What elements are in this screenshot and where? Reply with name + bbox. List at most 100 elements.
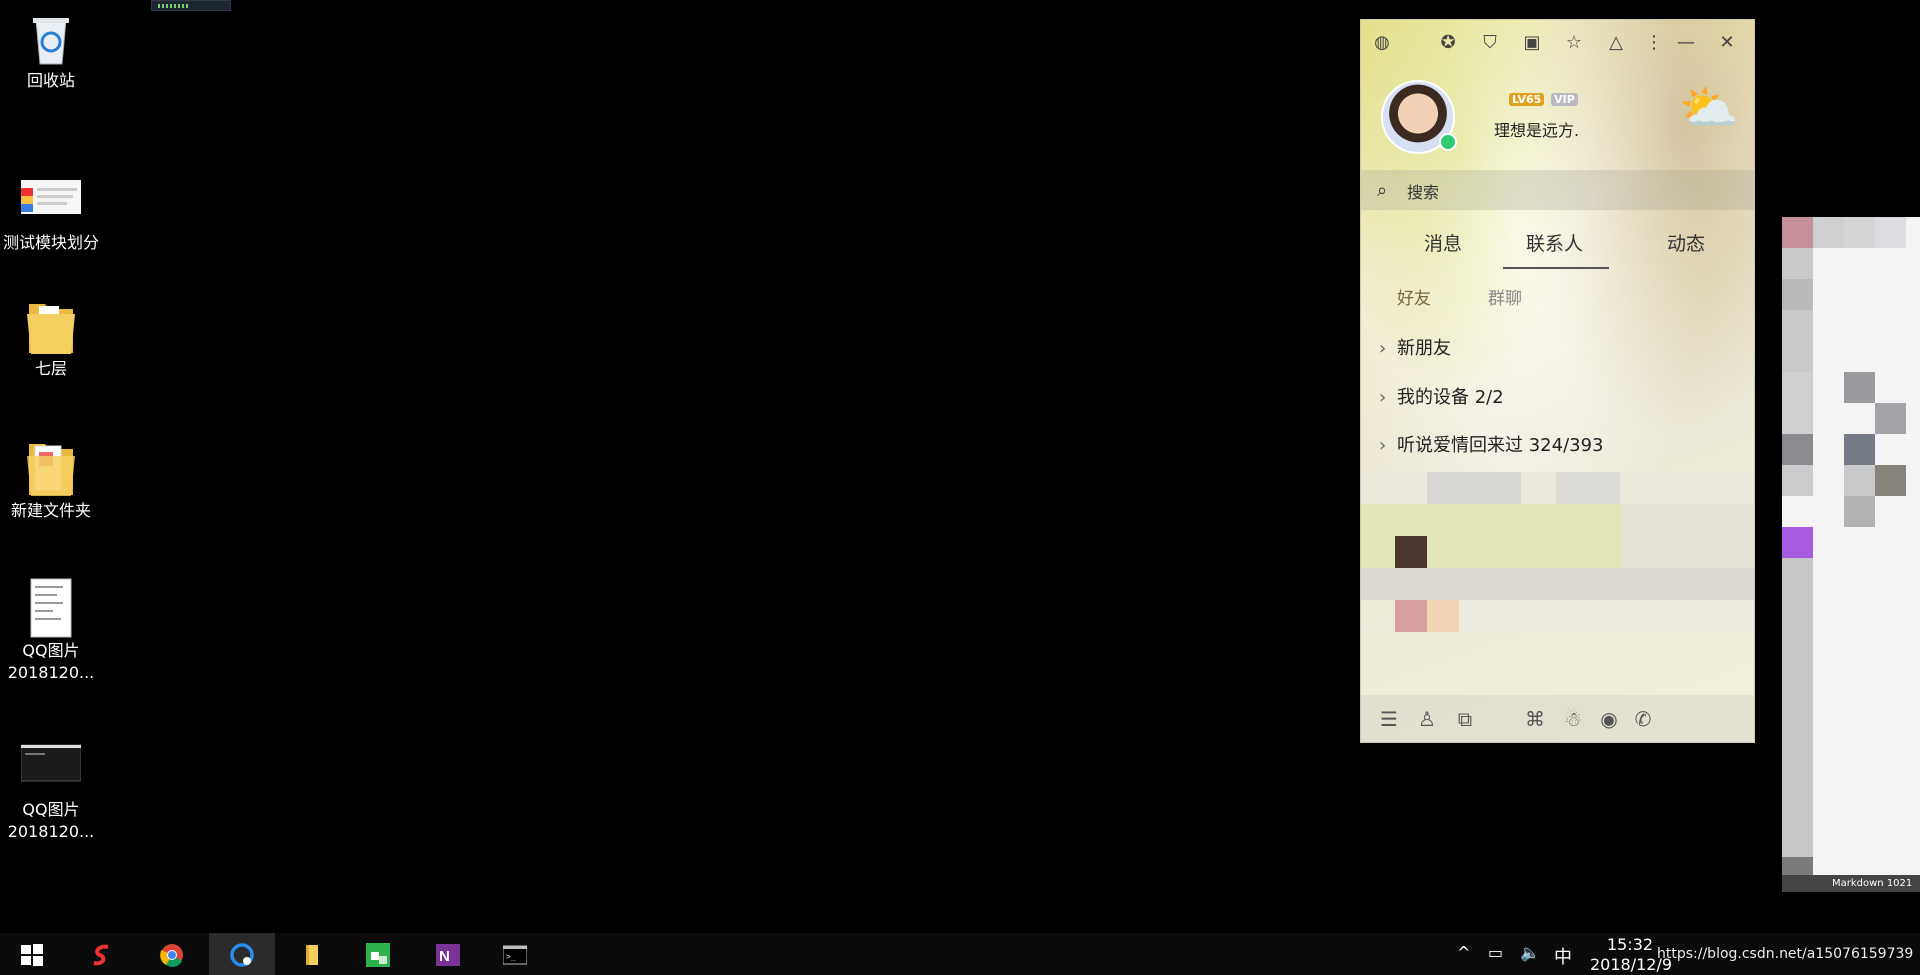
folder-icon <box>21 438 81 498</box>
mosaic-block <box>1782 279 1813 310</box>
show-hidden-icons-chevron-icon[interactable]: ^ <box>1457 943 1470 962</box>
progress-fill <box>158 4 190 8</box>
taskbar-app-chrome[interactable] <box>142 933 202 975</box>
minimize-icon[interactable]: — <box>1673 30 1699 56</box>
qq-penguin-icon[interactable]: ◍ <box>1369 30 1395 56</box>
start-button[interactable] <box>2 933 62 975</box>
desktop-icon-label: 测试模块划分 <box>2 233 99 252</box>
subtab-groups[interactable]: 群聊 <box>1488 284 1522 309</box>
taskbar: N >_ ^ ▭ 🔈 中 15:32 2018/12/9 https://blo… <box>0 933 1920 975</box>
mosaic-block <box>1782 527 1813 558</box>
desktop-icon-test-module[interactable]: 测试模块划分 <box>0 170 102 254</box>
online-status-icon[interactable] <box>1439 133 1457 151</box>
group-my-devices[interactable]: › 我的设备 2/2 <box>1379 383 1504 409</box>
partial-editor-window: Markdown 1021 <box>1782 217 1920 892</box>
desktop-icon-qq-image-1[interactable]: QQ图片 2018120... <box>0 578 102 684</box>
recycle-bin-icon <box>21 8 81 68</box>
group-new-friends[interactable]: › 新朋友 <box>1379 334 1451 360</box>
mosaic-block <box>1844 434 1875 465</box>
chevron-right-icon: › <box>1379 387 1387 408</box>
mosaic-block <box>1782 465 1813 496</box>
taskbar-app-qq[interactable] <box>209 933 275 975</box>
app-manager-icon[interactable]: ⧉ <box>1451 705 1479 733</box>
status-footer: Markdown 1021 <box>1782 875 1920 892</box>
level-badge: LV65 <box>1509 93 1545 106</box>
folder-icon <box>306 945 318 965</box>
pixelated-contact-list <box>1361 472 1754 688</box>
terminal-icon: >_ <box>503 945 527 965</box>
svg-text:>_: >_ <box>506 952 516 961</box>
active-tab-indicator <box>1503 267 1609 269</box>
group-label: 新朋友 <box>1397 338 1451 359</box>
skin-shirt-icon[interactable]: ⛉ <box>1477 30 1503 56</box>
mosaic-block <box>1844 496 1875 527</box>
tab-feeds[interactable]: 动态 <box>1667 229 1705 256</box>
image-thumbnail-icon <box>21 170 81 230</box>
taskbar-app-terminal[interactable]: >_ <box>485 933 545 975</box>
mosaic-block <box>1782 217 1813 248</box>
star-icon[interactable]: ☆ <box>1561 30 1587 56</box>
ime-indicator[interactable]: 中 <box>1554 943 1572 969</box>
folder-icon <box>21 296 81 356</box>
status-footer-text: Markdown 1021 <box>1832 878 1913 889</box>
tab-messages[interactable]: 消息 <box>1424 229 1462 256</box>
taskbar-app-file-explorer[interactable] <box>282 933 342 975</box>
mosaic-block <box>1844 217 1875 248</box>
desktop-icon-label: 回收站 <box>26 71 75 90</box>
game-controller-icon[interactable]: ⌘ <box>1521 705 1549 733</box>
group-label: 我的设备 2/2 <box>1397 387 1504 408</box>
desktop-icon-new-folder[interactable]: 新建文件夹 <box>0 438 102 522</box>
more-menu-icon[interactable]: ⋮ <box>1641 30 1667 56</box>
svg-text:N: N <box>439 948 450 965</box>
qq-browser-icon <box>230 943 254 967</box>
chevron-right-icon: › <box>1379 435 1387 456</box>
mosaic-block <box>1782 372 1813 434</box>
subtab-friends[interactable]: 好友 <box>1397 284 1431 309</box>
desktop-icon-recycle-bin[interactable]: 回收站 <box>0 8 102 92</box>
personal-signature[interactable]: 理想是远方. <box>1494 117 1579 141</box>
image-file-icon <box>20 737 82 797</box>
mosaic-block <box>1813 217 1844 248</box>
image-file-icon <box>21 578 81 638</box>
search-input[interactable]: 搜索 <box>1407 179 1439 203</box>
taskbar-app-onenote[interactable]: N <box>418 933 478 975</box>
qq-pet-icon[interactable]: ☃ <box>1559 705 1587 733</box>
desktop-icon-label: 七层 <box>34 359 67 378</box>
mosaic-block <box>1875 217 1906 248</box>
weather-cloud-sun-icon[interactable]: ⛅ <box>1676 80 1742 136</box>
desktop-icon-qq-image-2[interactable]: QQ图片 2018120... <box>0 737 102 843</box>
search-icon: ⌕ <box>1377 180 1388 201</box>
main-menu-icon[interactable]: ☰ <box>1375 705 1403 733</box>
mosaic-block <box>1844 465 1875 496</box>
group-friends[interactable]: › 听说爱情回来过 324/393 <box>1379 431 1604 457</box>
search-bar[interactable]: ⌕ 搜索 <box>1361 170 1754 210</box>
triangle-app-icon[interactable]: △ <box>1603 30 1629 56</box>
onenote-icon: N <box>436 944 460 966</box>
qq-header: ◍ ✪ ⛉ ▣ ☆ △ ⋮ — ✕ LV65 VIP 理想是远方. ⛅ <box>1361 20 1754 170</box>
close-icon[interactable]: ✕ <box>1714 30 1740 56</box>
mosaic-block <box>1875 403 1906 434</box>
mosaic-block <box>1875 465 1906 496</box>
medal-icon[interactable]: ✪ <box>1435 30 1461 56</box>
volume-icon[interactable]: 🔈 <box>1520 943 1540 962</box>
network-icon[interactable]: ▭ <box>1488 943 1503 962</box>
main-tabs: 消息 联系人 动态 <box>1361 225 1754 275</box>
qq-bottom-toolbar: ☰ ♙ ⧉ ⌘ ☃ ◉ ✆ <box>1361 695 1754 742</box>
taskbar-app-wechat-work[interactable] <box>348 933 408 975</box>
desktop-icon-folder-seven[interactable]: 七层 <box>0 296 102 380</box>
add-contact-icon[interactable]: ♙ <box>1413 705 1441 733</box>
mailbox-icon[interactable]: ▣ <box>1519 30 1545 56</box>
taskbar-app-ime[interactable] <box>72 933 132 975</box>
music-icon[interactable]: ◉ <box>1595 705 1623 733</box>
mosaic-block <box>1782 248 1813 372</box>
phone-icon[interactable]: ✆ <box>1629 705 1657 733</box>
watermark-url: https://blog.csdn.net/a15076159739 <box>1657 946 1914 962</box>
vip-badge: VIP <box>1551 93 1578 106</box>
desktop-icon-label: QQ图片 2018120... <box>7 800 95 841</box>
red-s-app-icon <box>93 944 109 966</box>
desktop-icon-label: QQ图片 2018120... <box>7 641 95 682</box>
member-badges[interactable]: LV65 VIP <box>1509 93 1581 106</box>
mosaic-block <box>1844 372 1875 403</box>
tab-contacts[interactable]: 联系人 <box>1526 229 1583 256</box>
chrome-icon <box>160 944 183 967</box>
